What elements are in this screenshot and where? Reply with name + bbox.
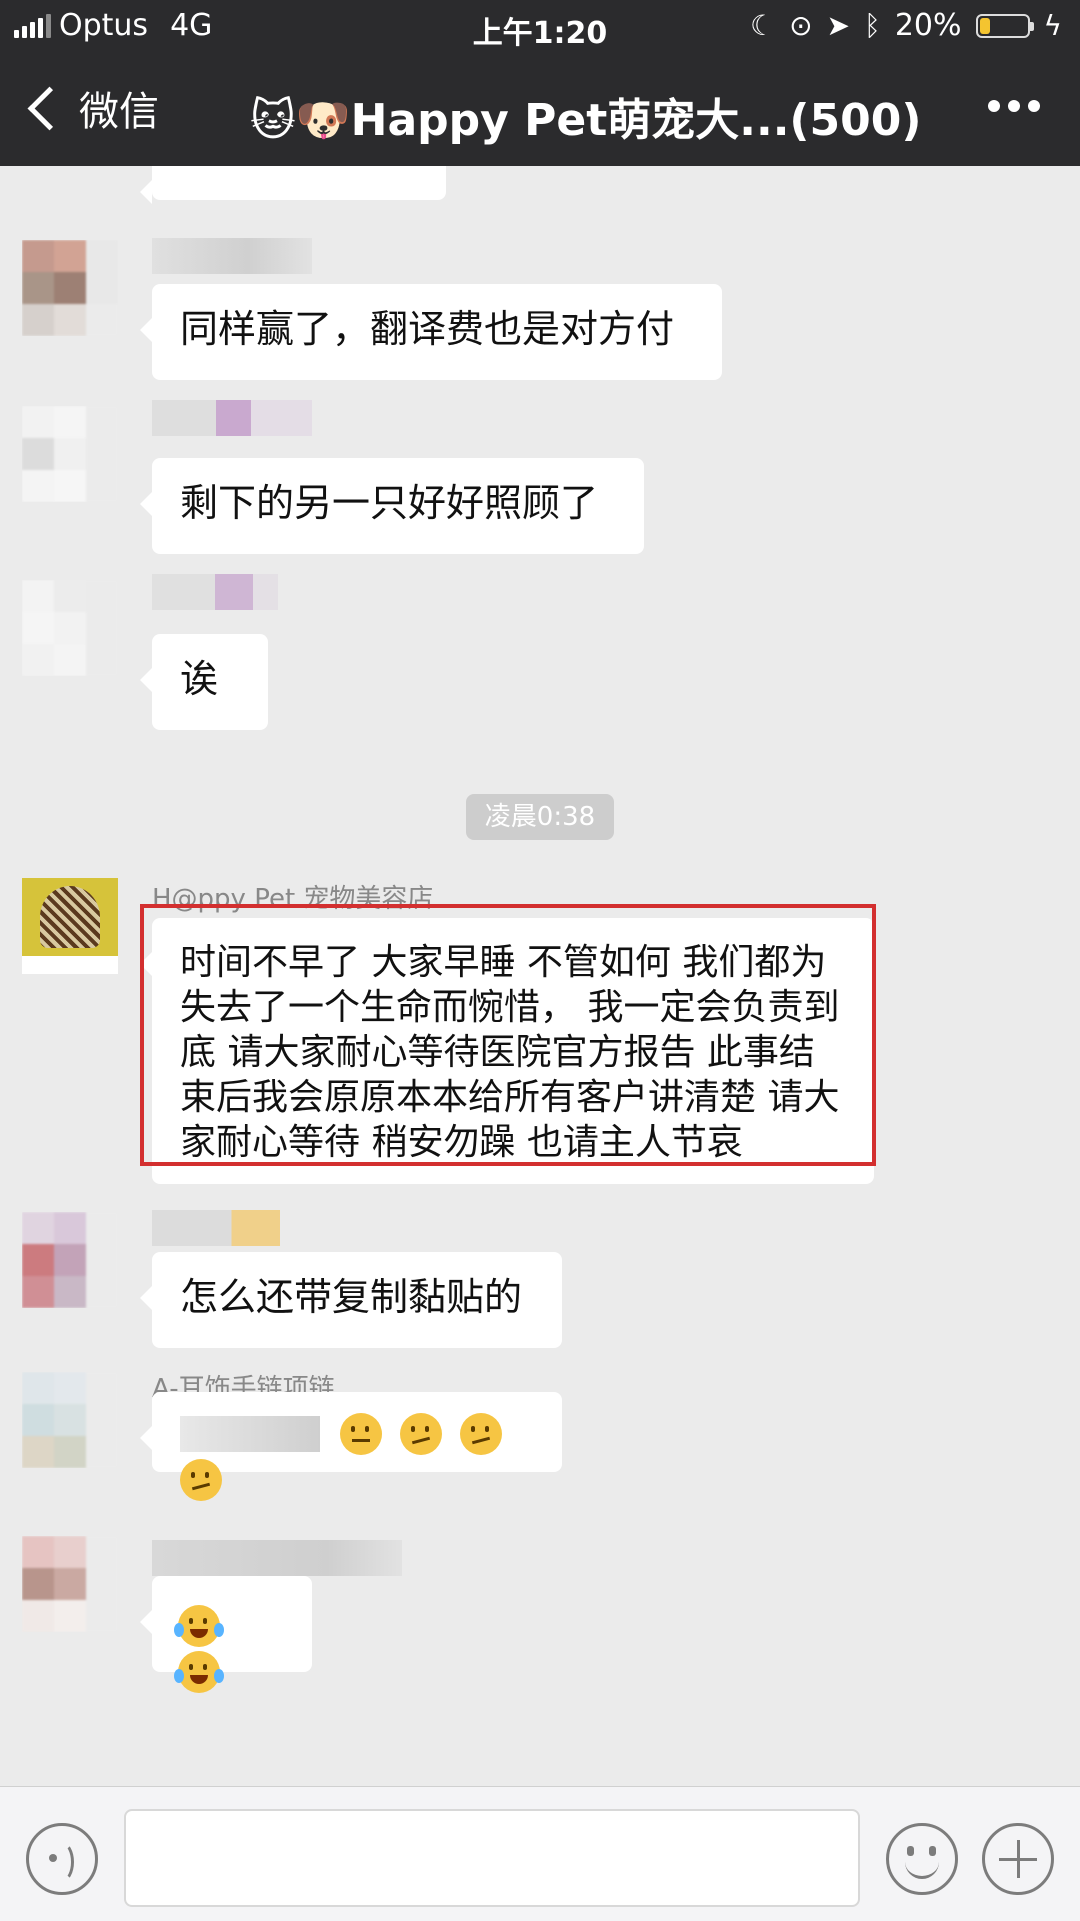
- avatar[interactable]: [22, 406, 118, 502]
- avatar[interactable]: [22, 1536, 118, 1632]
- avatar[interactable]: [22, 580, 118, 676]
- back-label: 微信: [79, 89, 159, 135]
- sender-name: H@ppy Pet 宠物美容店: [152, 884, 434, 914]
- avatar[interactable]: [22, 1212, 118, 1308]
- chat-area[interactable]: 同样赢了，翻译费也是对方付 剩下的另一只好好照顾了 诶 凌晨0:38 H@ppy…: [0, 166, 1080, 1786]
- chat-title: 🐱🐶Happy Pet萌宠大...(500): [250, 95, 922, 146]
- chevron-left-icon: [27, 86, 72, 130]
- do-not-disturb-icon: ☾: [749, 9, 776, 42]
- redacted-text: [180, 1415, 320, 1452]
- message-bubble[interactable]: 时间不早了 大家早睡 不管如何 我们都为失去了一个生命而惋惜， 我一定会负责到底…: [140, 918, 874, 1184]
- battery-icon: [975, 13, 1034, 38]
- voice-input-button[interactable]: [26, 1823, 98, 1895]
- status-bar: Optus 4G 上午1:20 ☾ ⊙ ➤ ᛒ 20% ϟ: [0, 0, 1080, 56]
- header: Optus 4G 上午1:20 ☾ ⊙ ➤ ᛒ 20% ϟ 微信 🐱🐶Happy…: [0, 0, 1080, 166]
- more-options-button[interactable]: [988, 100, 1040, 112]
- sender-name-redacted: [152, 400, 312, 436]
- message-bubble[interactable]: 怎么还带复制黏贴的: [140, 1252, 562, 1348]
- message-bubble[interactable]: [140, 1392, 562, 1501]
- thinking-face-icon: [460, 1412, 503, 1455]
- message-input[interactable]: [124, 1809, 860, 1907]
- back-button[interactable]: 微信: [24, 78, 159, 138]
- charging-icon: ϟ: [1043, 9, 1062, 42]
- timestamp-label: 凌晨0:38: [466, 794, 614, 840]
- input-bar: [0, 1786, 1080, 1921]
- sender-name-redacted: [152, 1540, 402, 1576]
- neutral-face-icon: [340, 1412, 383, 1455]
- thinking-face-icon: [400, 1412, 443, 1455]
- message-text: 剩下的另一只好好照顾了: [180, 481, 599, 525]
- orientation-lock-icon: ⊙: [789, 9, 813, 42]
- message-bubble[interactable]: 同样赢了，翻译费也是对方付: [140, 284, 722, 380]
- message-bubble[interactable]: [140, 1576, 312, 1693]
- sender-name-redacted: [152, 574, 278, 610]
- more-actions-button[interactable]: [982, 1823, 1054, 1895]
- message-bubble-partial[interactable]: [140, 166, 446, 204]
- message-bubble[interactable]: 诶: [140, 634, 268, 730]
- message-bubble[interactable]: 剩下的另一只好好照顾了: [140, 458, 644, 554]
- message-text: 时间不早了 大家早睡 不管如何 我们都为失去了一个生命而惋惜， 我一定会负责到底…: [180, 942, 840, 1163]
- thinking-face-icon: [180, 1459, 222, 1501]
- tears-of-joy-icon: [174, 1651, 220, 1693]
- avatar[interactable]: [22, 240, 118, 336]
- qr-code-icon: [40, 886, 100, 948]
- location-icon: ➤: [826, 9, 851, 42]
- avatar[interactable]: [22, 1372, 118, 1468]
- emoji-button[interactable]: [886, 1823, 958, 1895]
- bluetooth-icon: ᛒ: [864, 9, 881, 42]
- tears-of-joy-icon: [174, 1604, 220, 1647]
- sender-name-redacted: [152, 1210, 280, 1246]
- avatar-qr-code[interactable]: [22, 878, 118, 974]
- message-text: 同样赢了，翻译费也是对方付: [180, 307, 675, 351]
- sender-name-redacted: [152, 238, 312, 274]
- battery-percent: 20%: [894, 8, 962, 43]
- message-text: 怎么还带复制黏贴的: [180, 1275, 523, 1319]
- nav-bar: 微信 🐱🐶Happy Pet萌宠大...(500): [0, 56, 1080, 166]
- message-text: 诶: [180, 657, 219, 701]
